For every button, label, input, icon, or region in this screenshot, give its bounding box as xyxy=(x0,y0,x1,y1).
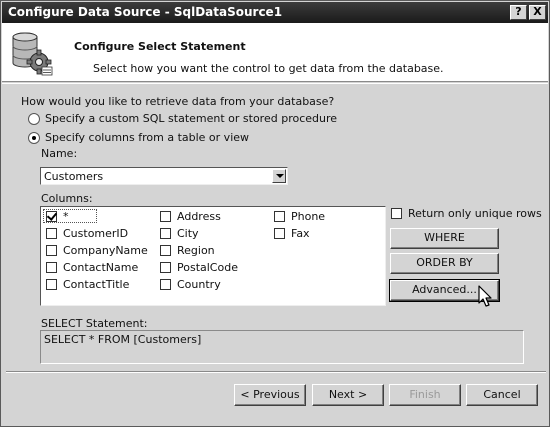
column-label: * xyxy=(63,210,69,223)
cancel-button[interactable]: Cancel xyxy=(466,384,538,406)
name-label: Name: xyxy=(41,147,78,160)
column-label: Country xyxy=(177,278,221,291)
columns-list[interactable]: * CustomerID CompanyName ContactName Con… xyxy=(40,206,386,306)
window-title: Configure Data Source - SqlDataSource1 xyxy=(8,5,283,19)
order-by-button[interactable]: ORDER BY xyxy=(390,253,499,274)
checkbox[interactable] xyxy=(391,208,402,219)
radio-custom-sql-label[interactable]: Specify a custom SQL statement or stored… xyxy=(45,112,337,125)
radio-specify-columns-label[interactable]: Specify columns from a table or view xyxy=(45,131,249,144)
table-name-dropdown[interactable]: Customers xyxy=(40,167,288,185)
configure-data-source-dialog: Configure Data Source - SqlDataSource1 ?… xyxy=(0,0,550,427)
column-label: PostalCode xyxy=(177,261,238,274)
help-button[interactable]: ? xyxy=(510,5,527,20)
checkbox[interactable] xyxy=(160,245,171,256)
next-button[interactable]: Next > xyxy=(312,384,384,406)
wizard-header: Configure Select Statement Select how yo… xyxy=(2,23,548,82)
radio-specify-columns[interactable] xyxy=(28,132,40,144)
column-label: ContactTitle xyxy=(63,278,130,291)
checkbox[interactable] xyxy=(160,279,171,290)
checkbox[interactable] xyxy=(46,262,57,273)
cancel-button-label: Cancel xyxy=(483,388,521,401)
previous-button-label: < Previous xyxy=(240,388,300,401)
checkbox[interactable] xyxy=(46,245,57,256)
where-button[interactable]: WHERE xyxy=(390,228,499,249)
columns-label: Columns: xyxy=(41,192,93,205)
chevron-down-icon[interactable] xyxy=(272,169,286,183)
checkbox[interactable] xyxy=(274,228,285,239)
close-button[interactable]: X xyxy=(529,5,546,20)
column-label: Address xyxy=(177,210,221,223)
table-name-value: Customers xyxy=(44,170,104,183)
next-button-label: Next > xyxy=(328,388,368,401)
header-divider xyxy=(2,83,548,84)
column-label: City xyxy=(177,227,199,240)
header-subtitle: Select how you want the control to get d… xyxy=(93,62,444,75)
database-gear-icon xyxy=(12,32,53,76)
select-statement-label: SELECT Statement: xyxy=(41,317,148,330)
checkbox[interactable] xyxy=(160,211,171,222)
unique-rows-label: Return only unique rows xyxy=(408,207,542,220)
retrieve-question: How would you like to retrieve data from… xyxy=(21,95,335,108)
order-by-button-label: ORDER BY xyxy=(416,256,473,269)
mouse-pointer-icon xyxy=(478,285,492,307)
column-label: Phone xyxy=(291,210,326,223)
checkbox[interactable] xyxy=(46,279,57,290)
select-statement-text: SELECT * FROM [Customers] xyxy=(44,333,202,346)
checkbox[interactable] xyxy=(46,211,57,222)
select-statement-box: SELECT * FROM [Customers] xyxy=(40,330,524,364)
column-label: CompanyName xyxy=(63,244,148,257)
checkbox[interactable] xyxy=(274,211,285,222)
checkbox[interactable] xyxy=(160,228,171,239)
where-button-label: WHERE xyxy=(424,231,465,244)
finish-button-label: Finish xyxy=(409,388,441,401)
title-bar[interactable]: Configure Data Source - SqlDataSource1 ?… xyxy=(2,2,548,23)
header-title: Configure Select Statement xyxy=(74,40,246,53)
radio-custom-sql[interactable] xyxy=(28,113,40,125)
previous-button[interactable]: < Previous xyxy=(234,384,306,406)
checkbox[interactable] xyxy=(160,262,171,273)
finish-button[interactable]: Finish xyxy=(389,384,461,406)
column-label: ContactName xyxy=(63,261,139,274)
column-label: Fax xyxy=(291,227,310,240)
checkbox[interactable] xyxy=(46,228,57,239)
footer-divider-highlight xyxy=(6,372,546,373)
column-label: Region xyxy=(177,244,215,257)
column-label: CustomerID xyxy=(63,227,129,240)
